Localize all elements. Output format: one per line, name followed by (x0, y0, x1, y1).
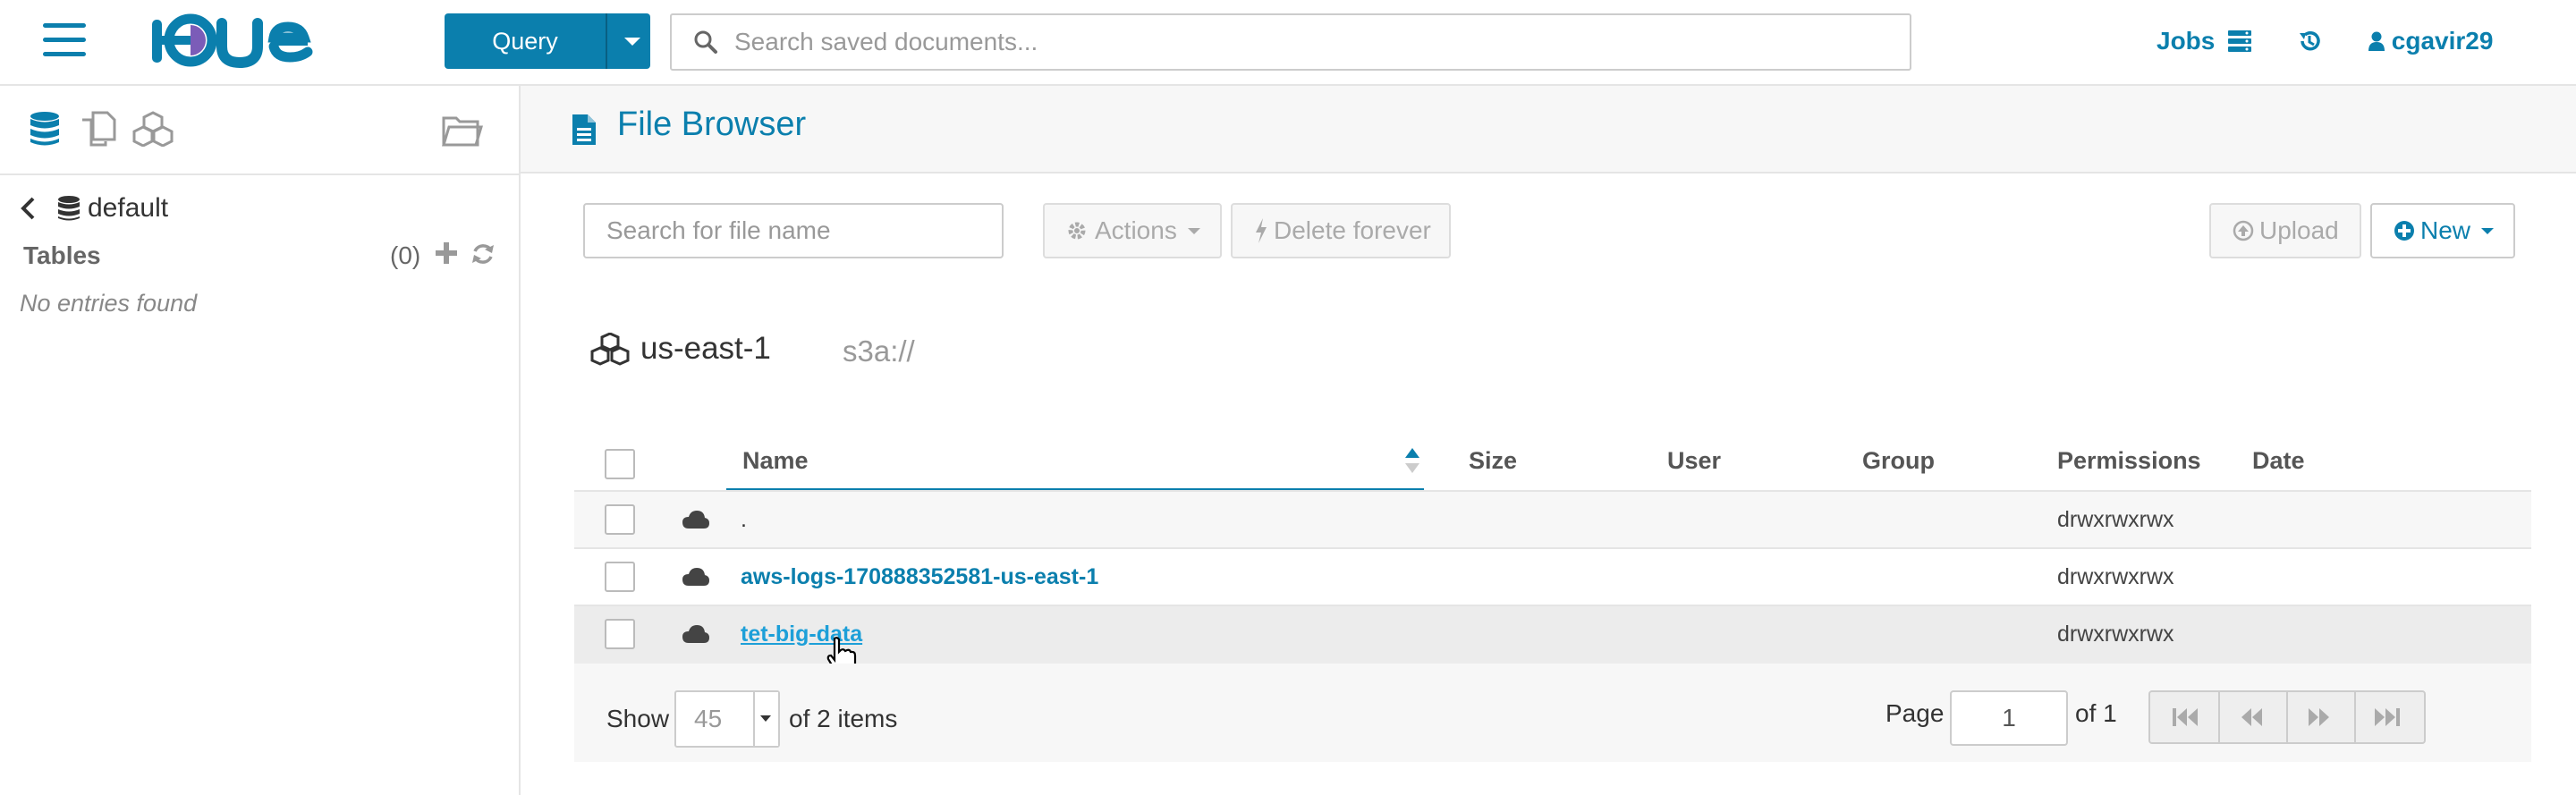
row-checkbox[interactable] (605, 619, 635, 649)
date-column-header[interactable]: Date (2252, 447, 2305, 475)
name-column-label: Name (742, 447, 809, 474)
assist-panel-tabs (0, 86, 519, 175)
row-checkbox[interactable] (605, 504, 635, 535)
next-page-icon (2309, 708, 2329, 726)
query-dropdown-caret-icon[interactable] (624, 38, 640, 46)
plus-circle-icon (2394, 221, 2414, 241)
folder-open-icon[interactable] (442, 113, 483, 147)
user-column-header[interactable]: User (1667, 447, 1721, 475)
database-icon[interactable] (29, 111, 61, 147)
size-column-header[interactable]: Size (1469, 447, 1517, 475)
menu-icon[interactable] (43, 23, 86, 59)
cloud-icon (682, 511, 709, 529)
table-footer: Show 45 of 2 items Page 1 of 1 (574, 664, 2531, 762)
row-permissions: drwxrwxrwx (2057, 622, 2174, 647)
next-page-button[interactable] (2286, 692, 2356, 742)
actions-label: Actions (1095, 216, 1177, 244)
chevron-down-icon (760, 715, 771, 722)
jobs-link[interactable]: Jobs (2157, 27, 2215, 55)
last-page-icon (2375, 708, 2400, 726)
name-column-header[interactable]: Name (726, 436, 1424, 491)
cloud-icon (682, 625, 709, 643)
file-icon (572, 114, 596, 145)
empty-tables-text: No entries found (20, 290, 198, 317)
jobs-server-icon[interactable] (2227, 30, 2252, 53)
documents-icon[interactable] (80, 111, 116, 147)
permissions-column-header[interactable]: Permissions (2057, 447, 2201, 475)
table-row[interactable]: tet-big-data drwxrwxrwx (574, 605, 2531, 665)
bucket-path[interactable]: s3a:// (843, 334, 915, 368)
upload-label: Upload (2259, 216, 2339, 244)
first-page-icon (2173, 708, 2198, 726)
jobs-label: Jobs (2157, 27, 2216, 55)
bucket-name[interactable]: us-east-1 (640, 331, 771, 367)
query-button-divider (606, 13, 607, 69)
row-name[interactable]: . (741, 506, 747, 533)
query-button[interactable]: Query (445, 13, 650, 69)
search-icon (694, 30, 717, 54)
new-caret-icon (2481, 228, 2494, 234)
left-assist-panel: default Tables (0) No entries found (0, 86, 521, 795)
row-permissions: drwxrwxrwx (2057, 564, 2174, 589)
cloud-icon (682, 568, 709, 586)
user-menu[interactable]: cgavir29 (2368, 27, 2493, 55)
page-size-toggle[interactable] (753, 692, 778, 746)
previous-page-icon (2241, 708, 2262, 726)
row-name[interactable]: aws-logs-170888352581-us-east-1 (741, 563, 1098, 590)
sort-ascending-icon[interactable] (1404, 447, 1420, 474)
top-navbar: Query Search saved documents... Jobs cga… (0, 0, 2576, 86)
page-title: File Browser (617, 106, 807, 143)
file-search-placeholder: Search for file name (606, 216, 831, 244)
user-name: cgavir29 (2391, 27, 2494, 55)
row-checkbox[interactable] (605, 562, 635, 592)
delete-forever-button[interactable]: Delete forever (1231, 203, 1451, 258)
table-row[interactable]: . drwxrwxrwx (574, 490, 2531, 549)
actions-caret-icon (1188, 228, 1200, 234)
file-table-header: Name Size User Group Permissions Date (574, 436, 2531, 492)
content-header: File Browser (521, 86, 2576, 173)
new-label: New (2420, 216, 2471, 244)
refresh-icon[interactable] (470, 241, 496, 266)
tables-heading: Tables (23, 241, 101, 269)
row-permissions: drwxrwxrwx (2057, 507, 2174, 532)
page-number-input[interactable]: 1 (1950, 690, 2068, 746)
actions-button[interactable]: Actions (1043, 203, 1222, 258)
hue-logo[interactable] (148, 13, 327, 70)
user-icon (2368, 31, 2385, 51)
global-search-input[interactable]: Search saved documents... (670, 13, 1911, 71)
page-size-value: 45 (694, 705, 723, 732)
tables-count: (0) (390, 241, 421, 269)
gear-icon (1068, 222, 1086, 240)
history-icon[interactable] (2297, 29, 2322, 54)
query-button-label: Query (492, 28, 558, 55)
bucket-cubes-icon (590, 333, 630, 366)
page-number-value: 1 (2002, 704, 2016, 732)
page-size-select[interactable]: 45 (674, 690, 780, 748)
file-search-input[interactable]: Search for file name (583, 203, 1004, 258)
database-small-icon (58, 196, 80, 221)
bolt-icon (1256, 218, 1267, 243)
database-name[interactable]: default (88, 193, 168, 224)
last-page-button[interactable] (2354, 692, 2422, 742)
select-all-checkbox[interactable] (605, 449, 635, 479)
upload-button[interactable]: Upload (2209, 203, 2361, 258)
first-page-button[interactable] (2150, 692, 2220, 742)
upload-icon (2233, 220, 2254, 241)
pagination-controls (2148, 690, 2426, 744)
page-label: Page (1885, 699, 1945, 727)
page-total-label: of 1 (2075, 699, 2117, 727)
back-chevron-icon[interactable] (20, 197, 36, 220)
cubes-icon[interactable] (132, 111, 174, 147)
add-table-icon[interactable] (435, 241, 458, 265)
table-row[interactable]: aws-logs-170888352581-us-east-1 drwxrwxr… (574, 547, 2531, 606)
group-column-header[interactable]: Group (1862, 447, 1935, 475)
new-button[interactable]: New (2370, 203, 2515, 258)
previous-page-button[interactable] (2218, 692, 2288, 742)
show-label: Show (606, 705, 670, 732)
delete-forever-label: Delete forever (1274, 216, 1431, 244)
global-search-placeholder: Search saved documents... (734, 28, 1038, 55)
items-count-label: of 2 items (789, 705, 898, 732)
